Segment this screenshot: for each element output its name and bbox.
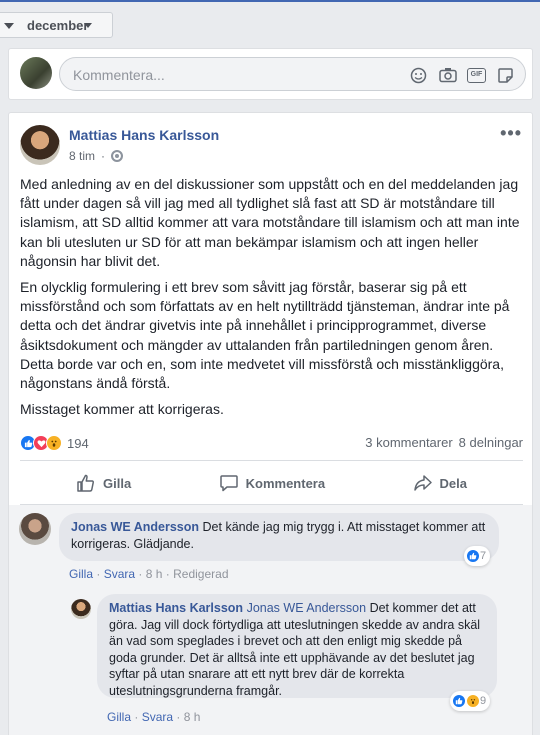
- post-paragraph: Med anledning av en del diskussioner som…: [20, 176, 520, 269]
- reply-text: Det kommer det att göra. Jag vill dock f…: [109, 601, 481, 698]
- commenter-avatar[interactable]: [19, 513, 51, 545]
- share-label: Dela: [439, 475, 467, 491]
- wow-reaction-icon: [46, 435, 62, 451]
- comment-like-link[interactable]: Gilla: [69, 567, 93, 581]
- post-paragraph: Misstaget kommer att korrigeras.: [20, 401, 224, 418]
- post-timestamp[interactable]: 8 tim: [69, 149, 95, 163]
- comment-icon: [219, 475, 238, 492]
- gif-icon[interactable]: GIF: [467, 66, 486, 84]
- wow-reaction-icon: [466, 694, 480, 708]
- post-action-bar: Gilla Kommentera Dela: [20, 463, 523, 503]
- post-card: Mattias Hans Karlsson 8 tim · ••• Med an…: [8, 112, 533, 735]
- comment-label: Kommentera: [245, 475, 326, 491]
- camera-icon[interactable]: [438, 66, 457, 84]
- reply-bubble: Mattias Hans Karlsson Jonas WE Andersson…: [97, 594, 497, 698]
- like-label: Gilla: [103, 475, 132, 491]
- separator-dot: ·: [176, 710, 181, 724]
- reply-reaction-count: 9: [480, 695, 487, 707]
- comment-reactions[interactable]: 7: [464, 546, 491, 566]
- divider: [20, 460, 523, 461]
- comment-author[interactable]: Jonas WE Andersson: [71, 520, 199, 534]
- month-dropdown[interactable]: december: [0, 12, 113, 38]
- post-paragraph: En olycklig formulering i ett brev som s…: [20, 279, 510, 392]
- reply-time[interactable]: 8 h: [184, 710, 201, 724]
- reply-author-avatar[interactable]: [71, 599, 91, 619]
- share-icon: [413, 475, 432, 491]
- comment-button[interactable]: Kommentera: [219, 473, 325, 493]
- like-button[interactable]: Gilla: [76, 473, 131, 493]
- caret-down-icon: [4, 23, 14, 29]
- month-label: december: [27, 18, 89, 33]
- comment-actions: Gilla · Svara · 8 h · Redigerad: [69, 567, 229, 581]
- composer-tools: GIF: [409, 66, 515, 84]
- comment-time[interactable]: 8 h: [146, 567, 163, 581]
- separator-dot: ·: [138, 567, 143, 581]
- chevron-down-icon: [84, 23, 92, 28]
- shares-count-link[interactable]: 8 delningar: [459, 435, 523, 450]
- comment-reply-link[interactable]: Svara: [104, 567, 135, 581]
- engagement-counts: 3 kommentarer 8 delningar: [365, 435, 523, 450]
- post-author-name[interactable]: Mattias Hans Karlsson: [69, 127, 219, 143]
- thumbs-up-icon: [77, 474, 94, 492]
- reply-reactions[interactable]: 9: [450, 691, 491, 711]
- reply-mention[interactable]: Jonas WE Andersson: [247, 601, 367, 615]
- comments-count-link[interactable]: 3 kommentarer: [365, 435, 452, 450]
- separator-dot: ·: [165, 567, 170, 581]
- comment-reaction-count: 7: [480, 550, 487, 562]
- comments-section: Jonas WE Andersson Det kände jag mig try…: [9, 505, 532, 735]
- avatar: [20, 57, 52, 89]
- comment-input[interactable]: Kommentera... GIF: [59, 57, 526, 91]
- separator-dot: ·: [134, 710, 139, 724]
- author-avatar[interactable]: [20, 125, 60, 165]
- reaction-summary[interactable]: 194: [20, 435, 89, 451]
- post-text: Med anledning av en del diskussioner som…: [20, 175, 525, 426]
- top-accent-bar: [0, 0, 540, 2]
- post-stats: 194 3 kommentarer 8 delningar: [20, 433, 523, 455]
- reply-author[interactable]: Mattias Hans Karlsson: [109, 601, 243, 615]
- reaction-count: 194: [67, 435, 89, 451]
- separator-dot: ·: [101, 149, 106, 163]
- more-options-icon[interactable]: •••: [500, 123, 522, 144]
- reply-reply-link[interactable]: Svara: [142, 710, 173, 724]
- globe-icon: [111, 150, 124, 162]
- separator-dot: ·: [96, 567, 101, 581]
- reply-like-link[interactable]: Gilla: [107, 710, 131, 724]
- sticker-icon[interactable]: [496, 66, 515, 84]
- comment-bubble: Jonas WE Andersson Det kände jag mig try…: [59, 513, 499, 561]
- comment-composer: Kommentera... GIF: [8, 48, 533, 100]
- comment-placeholder: Kommentera...: [73, 67, 165, 83]
- share-button[interactable]: Dela: [413, 473, 467, 493]
- like-reaction-icon: [466, 549, 480, 563]
- emoji-icon[interactable]: [409, 66, 428, 84]
- reply-actions: Gilla · Svara · 8 h: [107, 710, 200, 724]
- post-meta: 8 tim ·: [69, 149, 124, 163]
- edited-label: Redigerad: [173, 567, 229, 581]
- like-reaction-icon: [452, 694, 466, 708]
